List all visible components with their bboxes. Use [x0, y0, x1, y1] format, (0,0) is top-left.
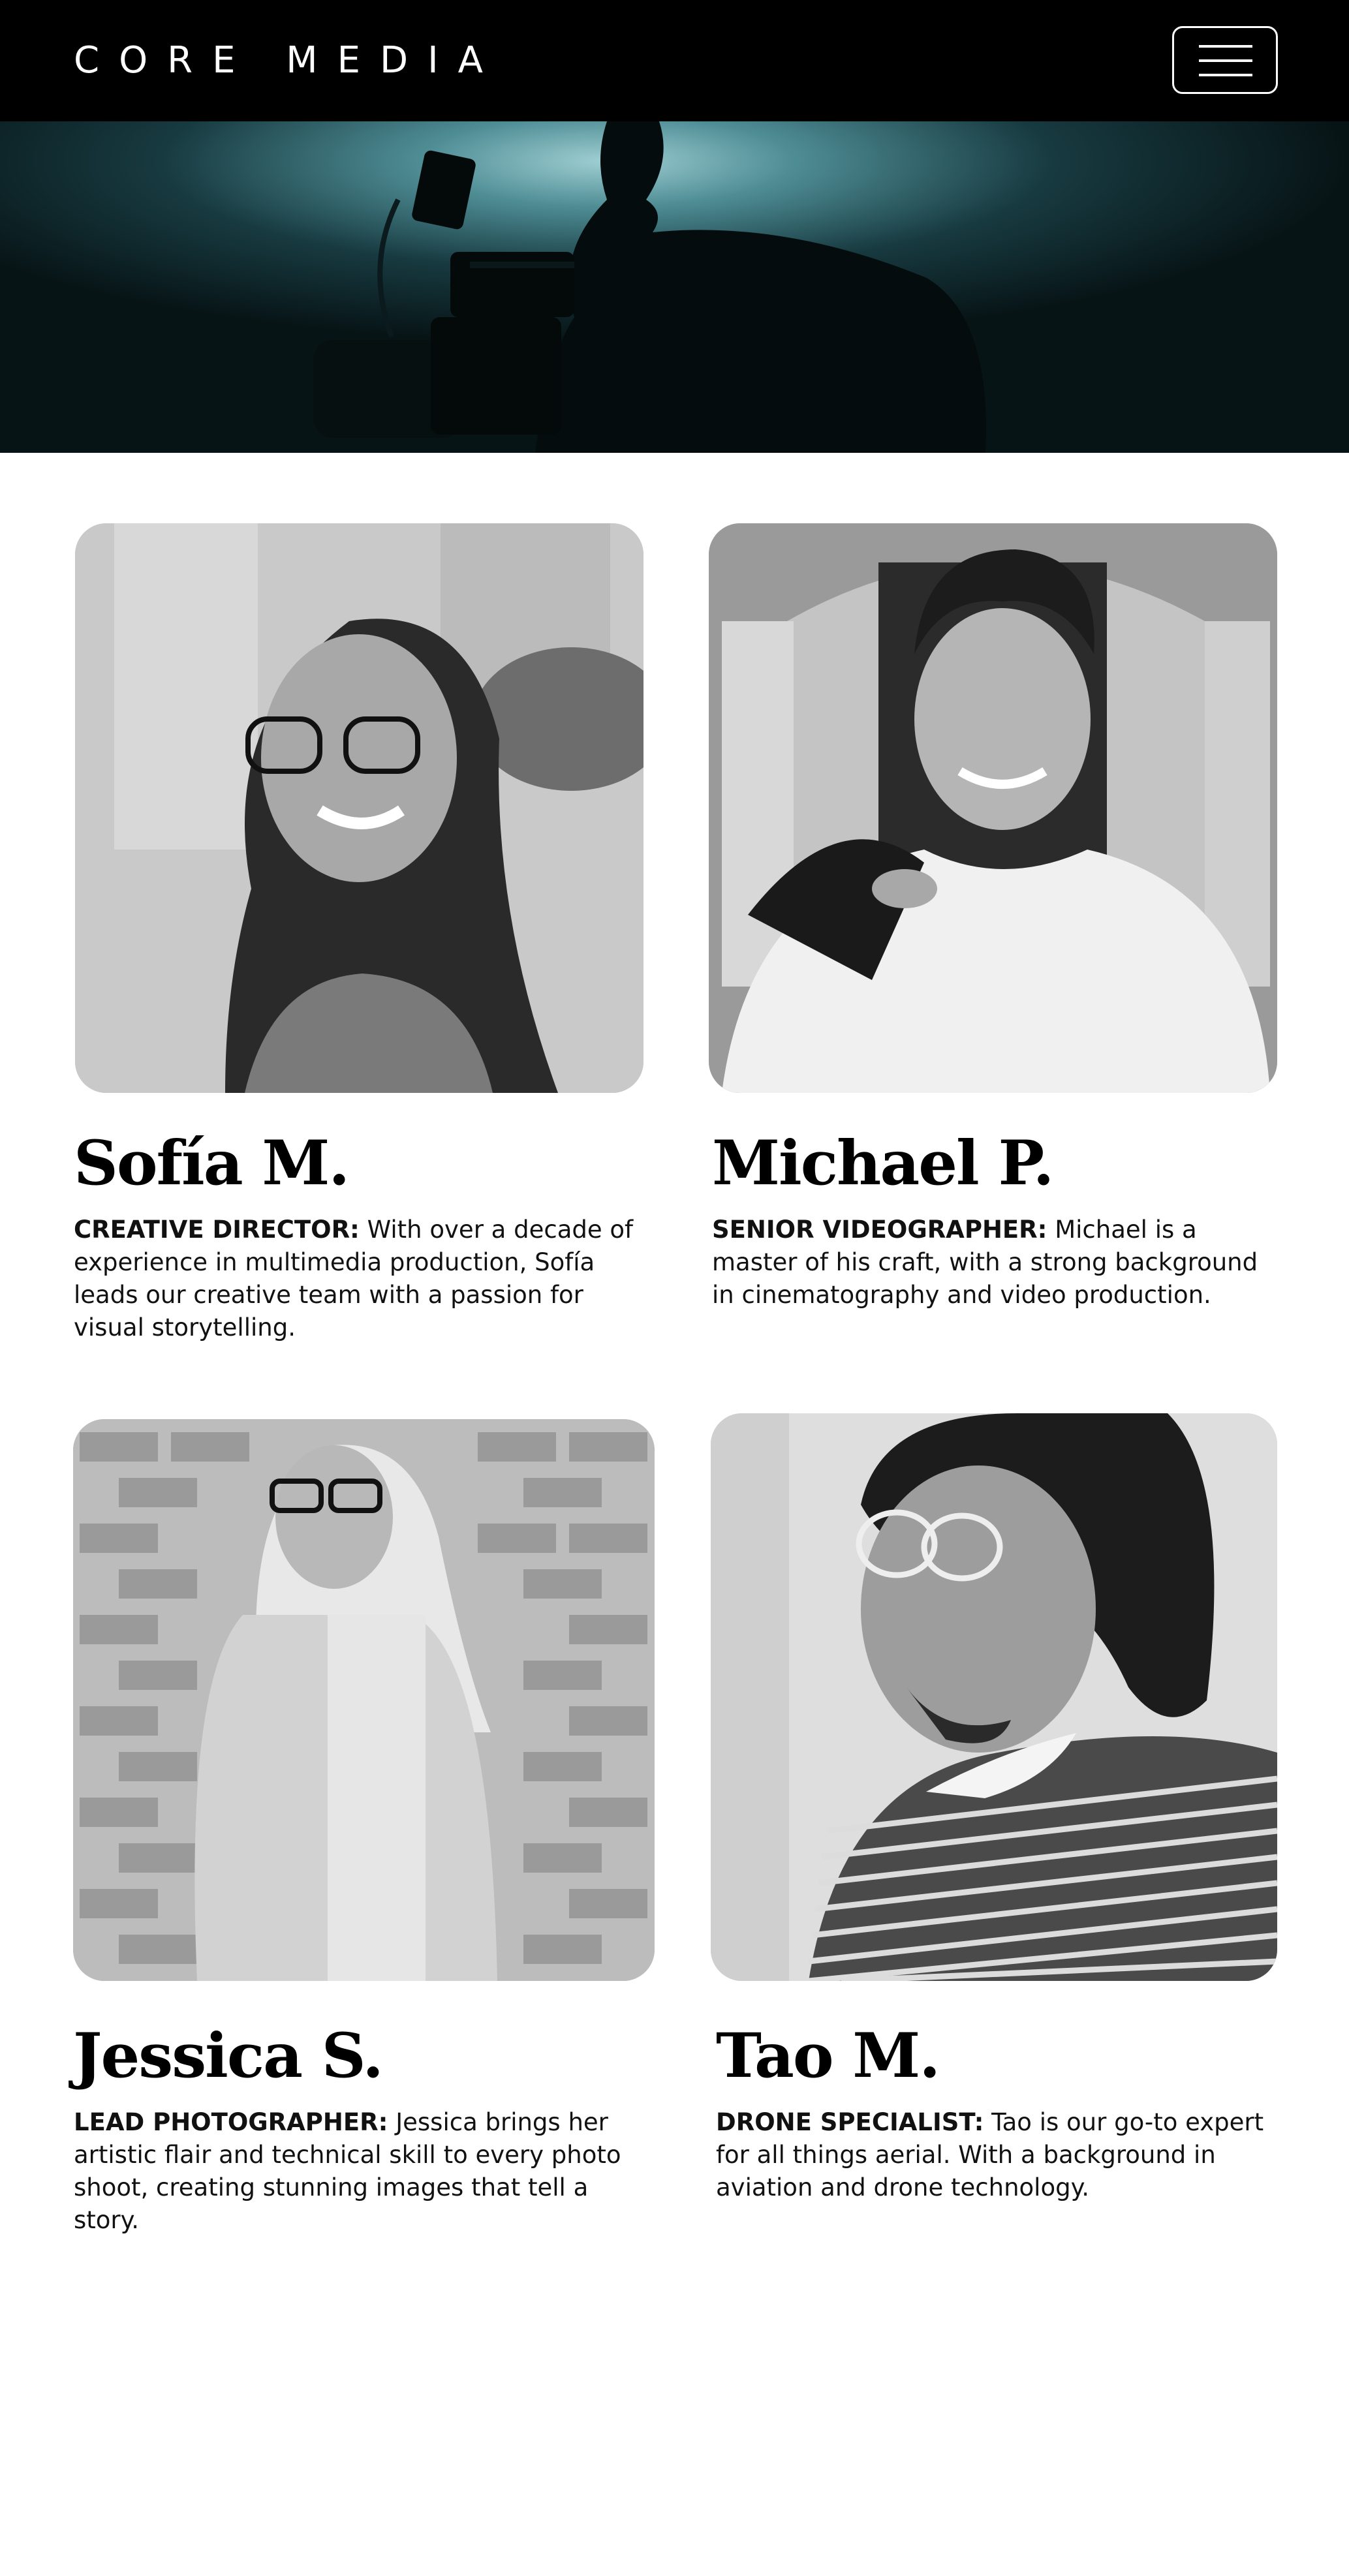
team-member-bio: LEAD PHOTOGRAPHER: Jessica brings her ar…: [74, 2106, 655, 2237]
team-member-bio: SENIOR VIDEOGRAPHER: Michael is a master…: [712, 1214, 1273, 1311]
team-member-name: Tao M.: [716, 2020, 940, 2092]
team-member-name: Michael P.: [712, 1127, 1054, 1199]
portrait-michael: [709, 523, 1277, 1093]
portrait-jessica: [73, 1419, 655, 1981]
team-member-role: CREATIVE DIRECTOR:: [74, 1216, 360, 1244]
portrait-sofia: [75, 523, 643, 1093]
team-member-name: Sofía M.: [74, 1127, 350, 1199]
team-member-role: DRONE SPECIALIST:: [716, 2108, 984, 2136]
team-member-role: LEAD PHOTOGRAPHER:: [74, 2108, 388, 2136]
team-member-bio: CREATIVE DIRECTOR: With over a decade of…: [74, 1214, 635, 1344]
menu-button[interactable]: [1172, 26, 1278, 94]
portrait-tao: [711, 1413, 1277, 1981]
site-logo[interactable]: CORE MEDIA: [74, 38, 503, 84]
site-header: CORE MEDIA: [0, 0, 1349, 121]
team-member-role: SENIOR VIDEOGRAPHER:: [712, 1216, 1047, 1244]
team-member-bio: DRONE SPECIALIST: Tao is our go-to exper…: [716, 2106, 1284, 2204]
team-member-name: Jessica S.: [73, 2020, 384, 2092]
hero-image: [0, 121, 1349, 453]
